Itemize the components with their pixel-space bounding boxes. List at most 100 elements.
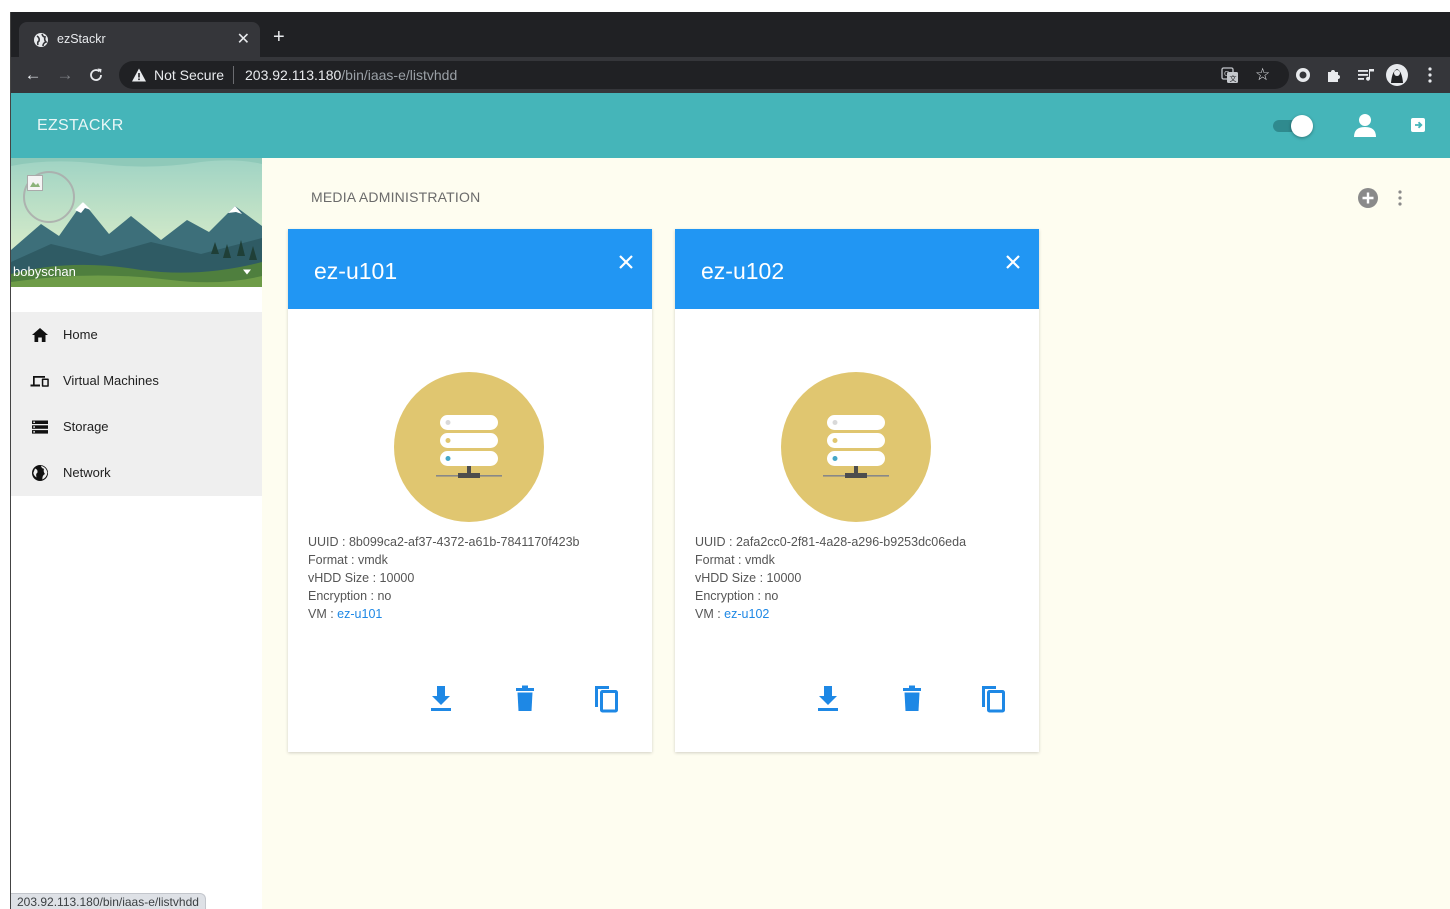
translate-icon[interactable]: G 文: [1221, 66, 1239, 84]
bookmark-star-icon[interactable]: ☆: [1255, 66, 1273, 84]
media-details: UUID : 2afa2cc0-2f81-4a28-a296-b9253dc06…: [695, 533, 966, 623]
server-disk-icon: [394, 372, 544, 522]
card-header: ez-u101: [288, 229, 652, 309]
toggle-knob: [1291, 115, 1313, 137]
sidebar-item-label: Virtual Machines: [63, 373, 159, 388]
more-vert-icon[interactable]: [1392, 187, 1408, 209]
new-tab-icon[interactable]: +: [273, 27, 285, 47]
sidebar: bobyschan Home Virtual Machines Storage …: [11, 158, 262, 909]
theme-toggle[interactable]: [1273, 115, 1313, 137]
sidebar-item-storage[interactable]: Storage: [11, 404, 262, 450]
size-label: vHDD Size :: [308, 571, 380, 585]
vm-link[interactable]: ez-u102: [724, 607, 769, 621]
address-divider: [233, 66, 234, 84]
media-card: ez-u102 UUID : 2afa2cc0-2f81-4a28-a296-b…: [675, 229, 1039, 752]
reload-icon[interactable]: [88, 67, 104, 83]
delete-icon[interactable]: [512, 683, 538, 713]
sidebar-item-label: Network: [63, 465, 111, 480]
media-card: ez-u101 UUID : 8b099ca2-af37-4372-a61b-7…: [288, 229, 652, 752]
format-value: vmdk: [358, 553, 388, 567]
chrome-menu-icon[interactable]: [1423, 66, 1437, 84]
browser-tab[interactable]: ezStackr ✕: [19, 22, 260, 57]
globe-icon: [32, 465, 48, 481]
size-row: vHDD Size : 10000: [308, 569, 580, 587]
username: bobyschan: [13, 264, 76, 279]
size-row: vHDD Size : 10000: [695, 569, 966, 587]
delete-icon[interactable]: [899, 683, 925, 713]
sidebar-item-virtual-machines[interactable]: Virtual Machines: [11, 358, 262, 404]
encryption-row: Encryption : no: [695, 587, 966, 605]
storage-icon: [32, 420, 48, 434]
broken-image-icon: [27, 175, 43, 191]
url-text: 203.92.113.180/bin/iaas-e/listvhdd: [245, 67, 457, 83]
page-title: MEDIA ADMINISTRATION: [311, 189, 481, 205]
back-arrow-icon[interactable]: ←: [23, 65, 43, 85]
uuid-row: UUID : 8b099ca2-af37-4372-a61b-7841170f4…: [308, 533, 580, 551]
home-icon: [32, 328, 48, 342]
card-title: ez-u102: [701, 258, 785, 284]
vm-label: VM :: [308, 607, 338, 621]
forward-arrow-icon[interactable]: →: [55, 65, 75, 85]
link-status-bar: 203.92.113.180/bin/iaas-e/listvhdd: [11, 893, 206, 909]
sidebar-item-home[interactable]: Home: [11, 312, 262, 358]
card-title: ez-u101: [314, 258, 398, 284]
vm-row: VM : ez-u102: [695, 605, 966, 623]
download-icon[interactable]: [428, 683, 454, 713]
address-bar[interactable]: Not Secure 203.92.113.180/bin/iaas-e/lis…: [119, 61, 1289, 89]
logout-icon[interactable]: [1410, 117, 1426, 133]
sidebar-menu: Home Virtual Machines Storage Network: [11, 312, 262, 496]
app-brand[interactable]: EZSTACKR: [37, 117, 124, 135]
user-menu[interactable]: bobyschan: [11, 255, 262, 287]
vm-row: VM : ez-u101: [308, 605, 580, 623]
record-extension-icon[interactable]: [1294, 66, 1312, 84]
server-disk-icon: [781, 372, 931, 522]
caret-down-icon[interactable]: [242, 269, 252, 275]
copy-icon[interactable]: [980, 683, 1006, 713]
browser-tab-strip: ezStackr ✕ +: [11, 12, 1450, 57]
format-label: Format :: [308, 553, 359, 567]
uuid-value: 8b099ca2-af37-4372-a61b-7841170f423b: [348, 535, 580, 549]
uuid-label: UUID :: [308, 535, 349, 549]
size-label: vHDD Size :: [695, 571, 767, 585]
add-circle-icon[interactable]: [1357, 187, 1379, 209]
warning-icon: [132, 68, 146, 82]
close-icon[interactable]: [617, 253, 635, 271]
download-icon[interactable]: [815, 683, 841, 713]
uuid-label: UUID :: [695, 535, 736, 549]
sidebar-item-network[interactable]: Network: [11, 450, 262, 496]
sidebar-item-label: Storage: [63, 419, 109, 434]
size-value: 10000: [379, 571, 415, 585]
security-label: Not Secure: [154, 67, 225, 83]
uuid-row: UUID : 2afa2cc0-2f81-4a28-a296-b9253dc06…: [695, 533, 966, 551]
globe-favicon-icon: [34, 33, 48, 47]
format-row: Format : vmdk: [308, 551, 580, 569]
extensions-puzzle-icon[interactable]: [1325, 66, 1343, 84]
size-value: 10000: [766, 571, 802, 585]
profile-avatar-icon[interactable]: [1385, 63, 1409, 87]
profile-cover: bobyschan: [11, 158, 262, 287]
copy-icon[interactable]: [593, 683, 619, 713]
encryption-label: Encryption :: [695, 589, 765, 603]
media-queue-icon[interactable]: [1357, 66, 1375, 84]
card-header: ez-u102: [675, 229, 1039, 309]
encryption-row: Encryption : no: [308, 587, 580, 605]
format-label: Format :: [695, 553, 746, 567]
browser-toolbar: ← → Not Secure 203.92.113.180/bin/iaas-e…: [11, 57, 1450, 93]
sidebar-item-label: Home: [63, 327, 98, 342]
app-header: EZSTACKR: [11, 93, 1450, 158]
url-path: /bin/iaas-e/listvhdd: [341, 67, 458, 83]
uuid-value: 2afa2cc0-2f81-4a28-a296-b9253dc06eda: [735, 535, 967, 549]
format-value: vmdk: [745, 553, 775, 567]
close-tab-icon[interactable]: ✕: [237, 29, 250, 49]
vm-label: VM :: [695, 607, 725, 621]
url-host: 203.92.113.180: [245, 67, 342, 83]
format-row: Format : vmdk: [695, 551, 966, 569]
account-icon[interactable]: [1352, 112, 1378, 138]
devices-icon: [30, 376, 49, 387]
vm-link[interactable]: ez-u101: [337, 607, 382, 621]
encryption-value: no: [764, 589, 779, 603]
svg-text:文: 文: [1230, 74, 1237, 83]
main-content: MEDIA ADMINISTRATION ez-u101 UUID: 8b09…: [262, 158, 1450, 909]
close-icon[interactable]: [1004, 253, 1022, 271]
browser-window: ezStackr ✕ + ← → Not Secure 203.92.113.1…: [10, 12, 1450, 909]
